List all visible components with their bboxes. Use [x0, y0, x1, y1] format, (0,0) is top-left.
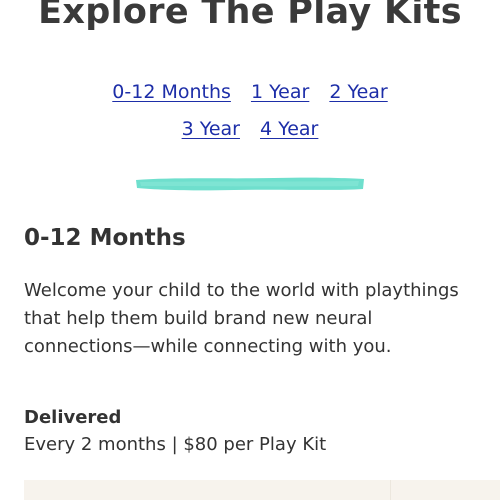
age-link-4-year[interactable]: 4 Year — [260, 118, 318, 140]
age-link-3-year[interactable]: 3 Year — [182, 118, 240, 140]
age-link-0-12-months[interactable]: 0-12 Months — [112, 81, 231, 103]
section-title: 0-12 Months — [24, 225, 186, 251]
brush-stroke-divider — [136, 177, 364, 191]
page-title: Explore The Play Kits — [38, 0, 462, 32]
card-divider — [390, 480, 391, 500]
age-link-2-year[interactable]: 2 Year — [329, 81, 387, 103]
delivered-label: Delivered — [24, 407, 122, 428]
age-link-1-year[interactable]: 1 Year — [251, 81, 309, 103]
age-nav-row: 3 Year 4 Year — [0, 117, 500, 141]
age-nav-row: 0-12 Months 1 Year 2 Year — [0, 80, 500, 104]
section-description: Welcome your child to the world with pla… — [24, 280, 459, 357]
delivered-frequency-price: Every 2 months | $80 per Play Kit — [24, 434, 327, 455]
play-kit-card — [24, 480, 500, 500]
